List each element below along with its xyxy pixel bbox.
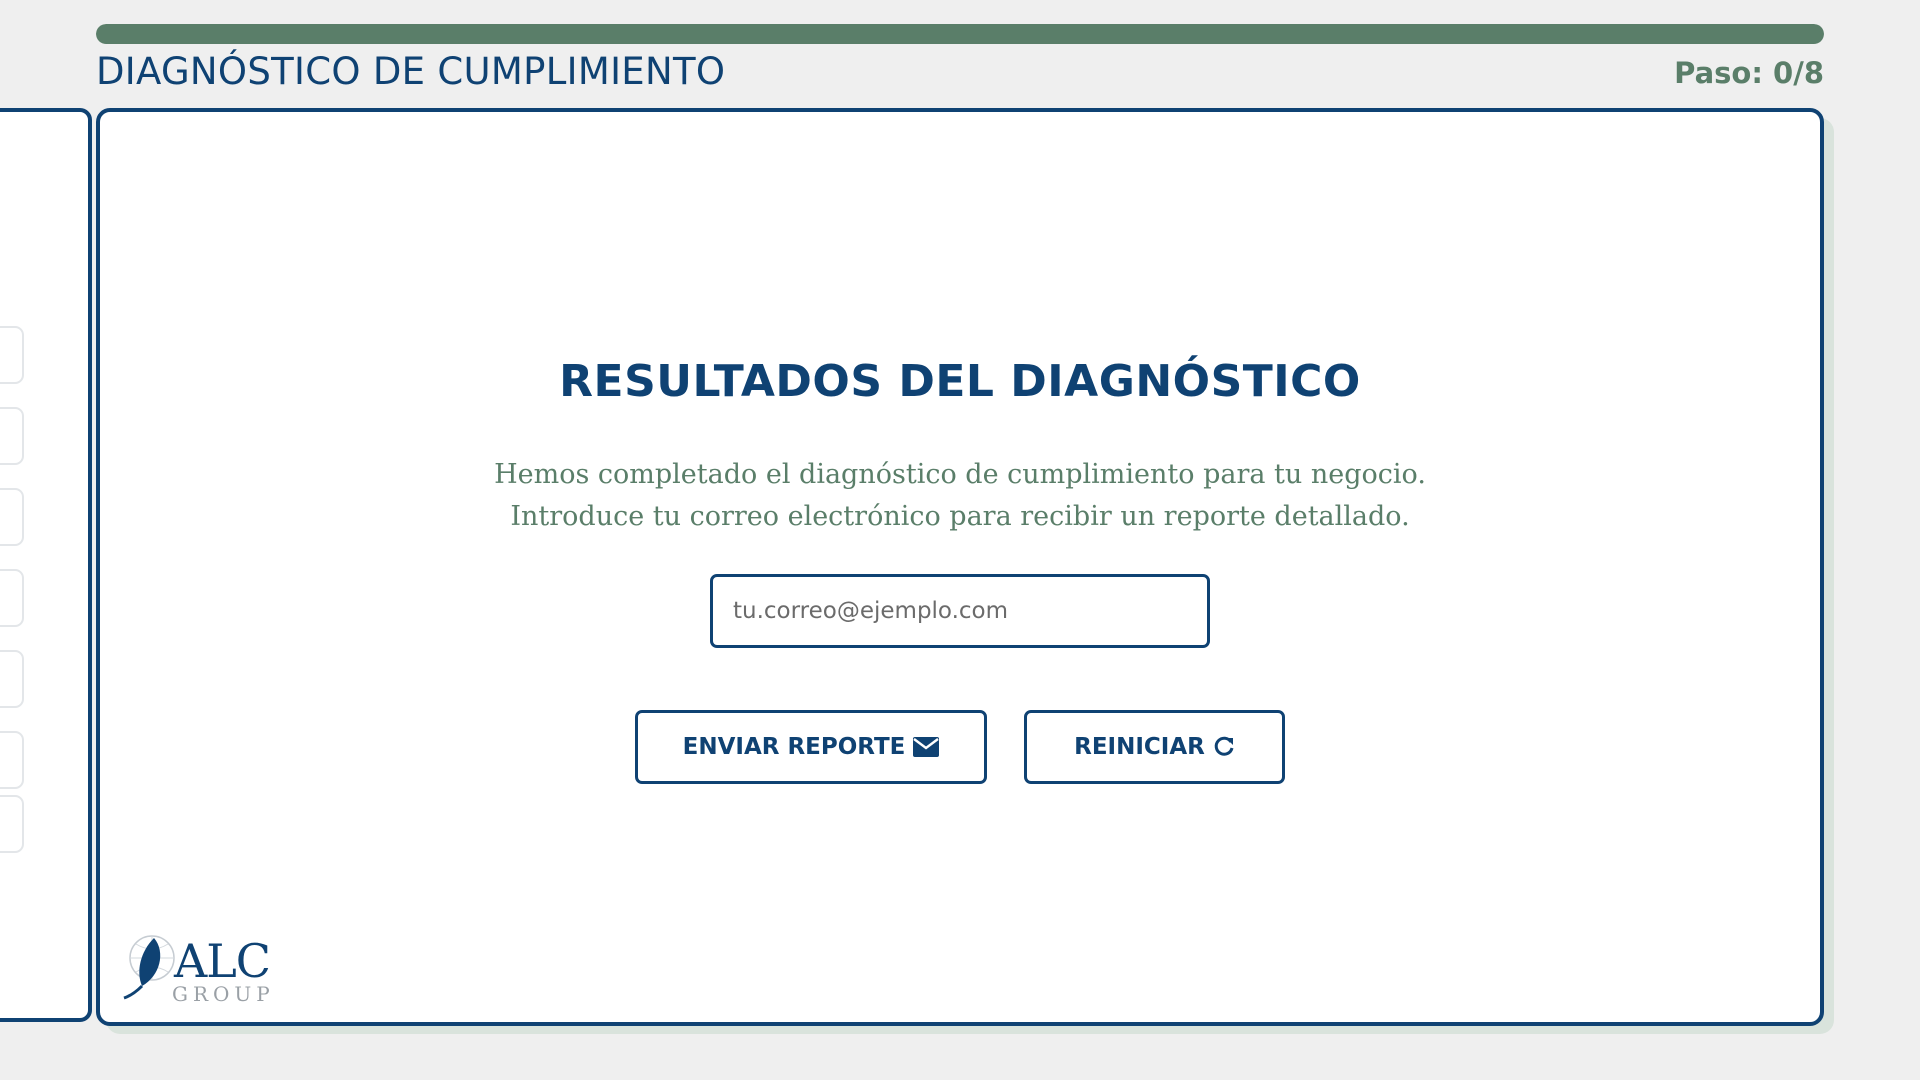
reset-button[interactable]: REINICIAR (1024, 710, 1285, 784)
description-line: Hemos completado el diagnóstico de cumpl… (494, 459, 1426, 490)
leaf-globe-icon (123, 935, 175, 1000)
refresh-icon (1213, 736, 1235, 758)
send-report-label: ENVIAR REPORTE (682, 734, 906, 760)
email-input[interactable] (710, 574, 1210, 648)
results-title: RESULTADOS DEL DIAGNÓSTICO (559, 356, 1361, 407)
description-line: Introduce tu correo electrónico para rec… (510, 501, 1410, 532)
progress-bar (96, 24, 1824, 44)
option-box[interactable] (0, 650, 24, 708)
page-title: DIAGNÓSTICO DE CUMPLIMIENTO (96, 50, 726, 93)
step-counter: Paso: 0/8 (1674, 56, 1824, 90)
send-report-button[interactable]: ENVIAR REPORTE (635, 710, 987, 784)
results-card (96, 108, 1824, 1026)
logo-sub: GROUP (172, 982, 275, 1006)
previous-step-card (0, 108, 92, 1022)
progress-fill (96, 24, 1824, 44)
alc-group-logo: ALC GROUP (122, 930, 282, 1010)
reset-label: REINICIAR (1074, 734, 1205, 760)
option-box[interactable] (0, 569, 24, 627)
option-box[interactable] (0, 795, 24, 853)
option-box[interactable] (0, 731, 24, 789)
envelope-icon (913, 737, 940, 757)
logo-name: ALC (174, 934, 271, 988)
results-description: Hemos completado el diagnóstico de cumpl… (0, 454, 1920, 538)
